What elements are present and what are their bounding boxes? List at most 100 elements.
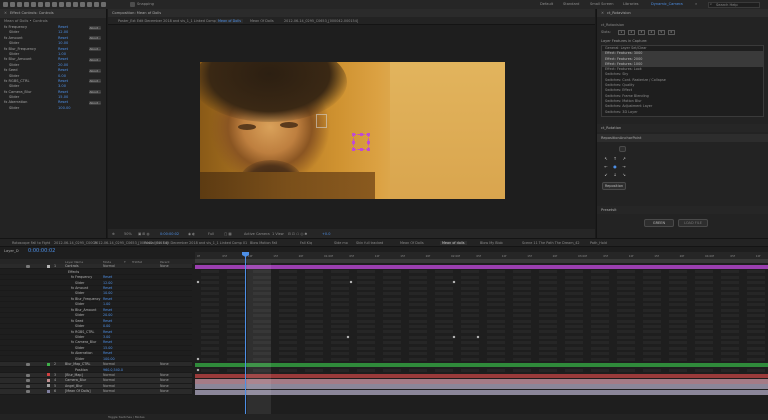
layer-mode-or-value[interactable]: Reset	[103, 286, 112, 290]
pan-behind-tool-icon[interactable]	[45, 2, 50, 7]
anchor-selection-box[interactable]	[352, 133, 370, 151]
slot-button-3[interactable]: 3	[637, 30, 645, 35]
effect-value[interactable]: Reset	[58, 47, 68, 51]
feature-list-item[interactable]: Switches: 3D Layer	[602, 110, 763, 115]
visibility-eye-icon[interactable]	[26, 390, 30, 394]
close-icon[interactable]: ✕	[4, 11, 7, 15]
timeline-tab[interactable]: Rotoscope Fall to Fight	[12, 241, 50, 245]
layer-mode-or-value[interactable]: Normal	[103, 373, 115, 377]
effect-value[interactable]: 12.00	[58, 30, 68, 34]
timeline-tab[interactable]: Skin full tracked	[356, 241, 383, 245]
timeline-tab[interactable]: Mean Of Dolls	[400, 241, 424, 245]
type-tool-icon[interactable]	[66, 2, 71, 7]
visibility-eye-icon[interactable]	[26, 265, 30, 268]
snapshot-icon[interactable]: ◉ ◐	[188, 232, 195, 236]
layer-mode-or-value[interactable]: 3.00	[103, 335, 110, 339]
effect-value[interactable]: 3.00	[58, 84, 66, 88]
layer-parent[interactable]: None	[160, 264, 169, 268]
toggle-switches-modes[interactable]: Toggle Switches / Modes	[108, 415, 145, 419]
effect-value[interactable]: Reset	[58, 36, 68, 40]
about-button[interactable]: About...	[89, 90, 101, 95]
timeline-tracks[interactable]: 0f 05f 10f 15f 20f 01:00f 05f 10f 15f 20f 02:00f 05…	[195, 252, 768, 414]
timeline-timecode[interactable]: 0:00:00:02	[28, 248, 55, 254]
workspace-small-screen[interactable]: Small Screen	[590, 2, 613, 6]
layer-mode-or-value[interactable]: Normal	[103, 389, 115, 393]
arrow-e-icon[interactable]: →	[621, 164, 627, 170]
timeline-tab[interactable]: Blow Motion Fall	[250, 241, 277, 245]
effect-value[interactable]: 100.00	[58, 106, 71, 110]
view-options-icons[interactable]: ⊟ ⊡ ☖ ◎ ✱	[288, 232, 307, 236]
pen-tool-icon[interactable]	[59, 2, 64, 7]
resolution-dropdown[interactable]: Full	[208, 232, 214, 236]
arrow-se-icon[interactable]: ↘	[621, 172, 627, 178]
arrow-n-icon[interactable]: ↑	[612, 156, 618, 162]
arrow-s-icon[interactable]: ↓	[612, 172, 618, 178]
work-area-bar[interactable]	[195, 259, 768, 263]
brush-tool-icon[interactable]	[73, 2, 78, 7]
layer-mode-or-value[interactable]: Reset	[103, 308, 112, 312]
search-help-field[interactable]: Search Help	[708, 1, 760, 8]
about-button[interactable]: About...	[89, 47, 101, 52]
view-layout-dropdown[interactable]: 1 View	[272, 232, 284, 236]
layer-parent[interactable]: None	[160, 378, 169, 382]
layer-label-color[interactable]	[47, 378, 50, 382]
effect-value[interactable]: Reset	[58, 68, 68, 72]
layer-mode-or-value[interactable]: 10.00	[103, 291, 112, 295]
magnify-icon[interactable]: ⊕	[112, 232, 115, 236]
effect-value[interactable]: Reset	[58, 79, 68, 83]
layer-label-color[interactable]	[47, 389, 50, 393]
time-ruler[interactable]: 0f 05f 10f 15f 20f 01:00f 05f 10f 15f 20f 02:00f 05…	[195, 252, 768, 259]
effect-value[interactable]: 0.00	[58, 74, 66, 78]
layer-mode-or-value[interactable]: Reset	[103, 330, 112, 334]
effect-value[interactable]: 1.00	[58, 52, 66, 56]
layer-mode-or-value[interactable]: 1.00	[103, 302, 110, 306]
arrow-nw-icon[interactable]: ↖	[603, 156, 609, 162]
timeline-tab[interactable]: Side mo	[334, 241, 348, 245]
layer-label-color[interactable]	[47, 264, 50, 268]
workspace-default[interactable]: Default	[540, 2, 553, 6]
snapping-checkbox-icon[interactable]	[130, 2, 135, 7]
reposition-reset-button[interactable]	[619, 146, 626, 152]
timeline-tab[interactable]: 2012-06-14_0295_C0009	[54, 241, 97, 245]
workspace-overflow-icon[interactable]: »	[695, 2, 697, 6]
hand-tool-icon[interactable]	[17, 2, 22, 7]
clone-tool-icon[interactable]	[80, 2, 85, 7]
layer-parent[interactable]: None	[160, 384, 169, 388]
layer-mode-or-value[interactable]: Reset	[103, 340, 112, 344]
about-button[interactable]: About...	[89, 25, 101, 30]
layer-label-color[interactable]	[47, 384, 50, 388]
about-button[interactable]: About...	[89, 100, 101, 105]
puppet-tool-icon[interactable]	[101, 2, 106, 7]
layer-label-color[interactable]	[47, 373, 50, 377]
timeline-tab[interactable]: Mean of dolls	[440, 241, 467, 245]
layer-mode-or-value[interactable]: 960.0,540.0	[103, 368, 123, 372]
close-icon[interactable]: ✕	[601, 11, 604, 15]
layer-mode-or-value[interactable]: 12.00	[103, 281, 112, 285]
visibility-eye-icon[interactable]	[26, 373, 30, 377]
selection-tool-icon[interactable]	[10, 2, 15, 7]
visibility-eye-icon[interactable]	[26, 384, 30, 388]
about-button[interactable]: About...	[89, 68, 101, 73]
layer-features-list[interactable]: General: Layer Set/Clear Effect: Features…	[601, 45, 764, 117]
layer-label-color[interactable]	[47, 362, 50, 366]
timeline-tab[interactable]: Blow My Blob	[480, 241, 503, 245]
slot-button-1[interactable]: 1	[617, 30, 625, 35]
slot-button-5[interactable]: 5	[657, 30, 665, 35]
layer-mode-or-value[interactable]: Normal	[103, 384, 115, 388]
comp-tab-mean-of-dolls-2[interactable]: Mean Of Dolls	[250, 19, 274, 23]
roi-icon[interactable]: ▢ ▩	[224, 232, 232, 236]
playhead-line[interactable]	[245, 252, 246, 414]
layer-parent[interactable]: None	[160, 373, 169, 377]
arrow-sw-icon[interactable]: ↙	[603, 172, 609, 178]
layer-mode-or-value[interactable]: Normal	[103, 362, 115, 366]
slot-button-2[interactable]: 2	[627, 30, 635, 35]
layer-row[interactable]: 6 [Mean Of Dolls] Normal None	[0, 389, 192, 395]
layer-mode-or-value[interactable]: Reset	[103, 319, 112, 323]
layer-parent[interactable]: None	[160, 389, 169, 393]
layer-mode-or-value[interactable]: Reset	[103, 351, 112, 355]
timeline-tab[interactable]: Fall Kiq	[300, 241, 312, 245]
comp-tab-mean-of-dolls[interactable]: Mean of Dolls	[216, 19, 243, 23]
shape-tool-icon[interactable]	[52, 2, 57, 7]
effect-value[interactable]: Reset	[58, 25, 68, 29]
visibility-eye-icon[interactable]	[26, 379, 30, 383]
